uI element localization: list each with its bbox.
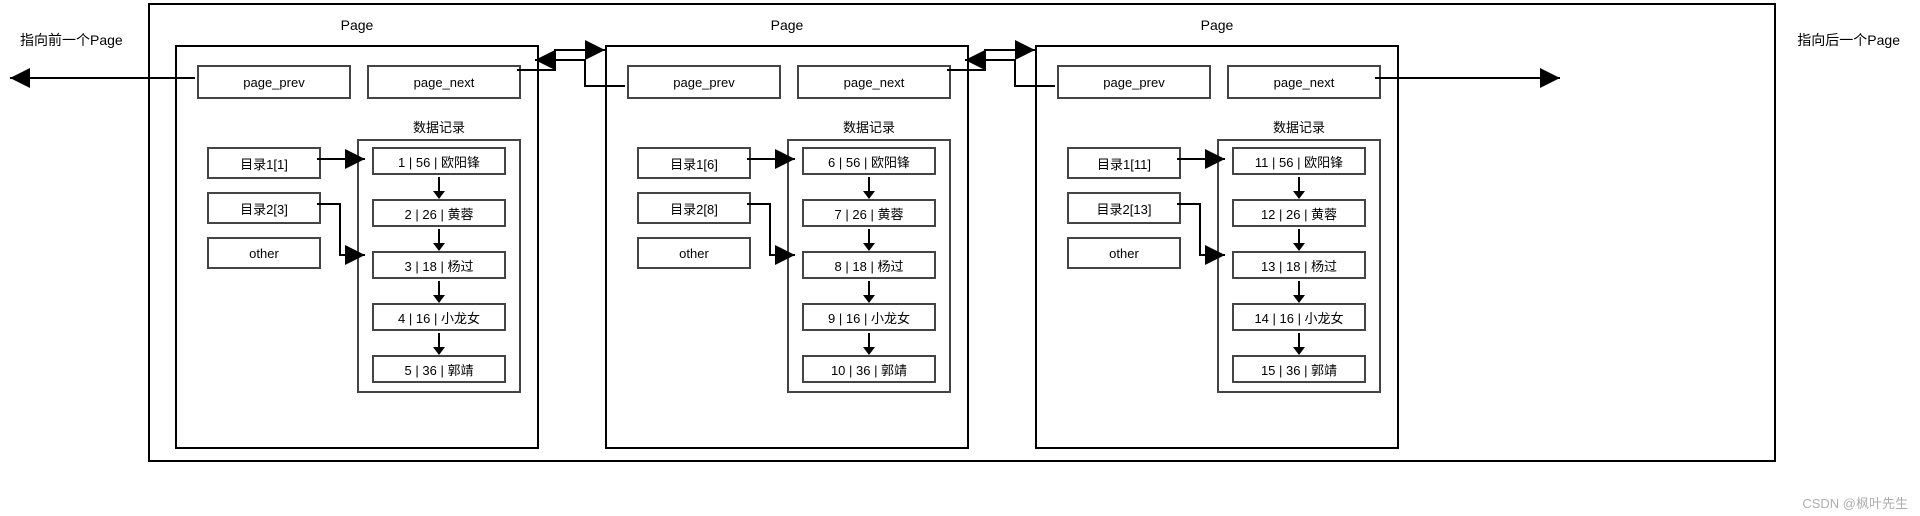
next-page-label: 指向后一个Page (1797, 30, 1900, 50)
record: 15 | 36 | 郭靖 (1232, 355, 1366, 383)
watermark: CSDN @枫叶先生 (1802, 493, 1908, 512)
data-records-title: 数据记录 (1273, 117, 1325, 136)
page-block: Page page_prev page_next 目录1[11] 目录2[13]… (1035, 45, 1399, 449)
directory-other: other (637, 237, 751, 269)
page-prev-box: page_prev (627, 65, 781, 99)
page-title: Page (1201, 17, 1234, 33)
directory-entry: 目录2[3] (207, 192, 321, 224)
directory-other: other (207, 237, 321, 269)
page-next-box: page_next (1227, 65, 1381, 99)
record: 3 | 18 | 杨过 (372, 251, 506, 279)
page-prev-box: page_prev (197, 65, 351, 99)
data-records-title: 数据记录 (413, 117, 465, 136)
directory-entry: 目录1[6] (637, 147, 751, 179)
directory-other: other (1067, 237, 1181, 269)
record: 8 | 18 | 杨过 (802, 251, 936, 279)
record: 5 | 36 | 郭靖 (372, 355, 506, 383)
data-records-group: 数据记录 11 | 56 | 欧阳锋 12 | 26 | 黄蓉 13 | 18 … (1217, 139, 1381, 393)
directory-entry: 目录2[13] (1067, 192, 1181, 224)
prev-page-label: 指向前一个Page (20, 30, 123, 50)
record: 10 | 36 | 郭靖 (802, 355, 936, 383)
page-block: Page page_prev page_next 目录1[1] 目录2[3] o… (175, 45, 539, 449)
directory-entry: 目录1[11] (1067, 147, 1181, 179)
record: 2 | 26 | 黄蓉 (372, 199, 506, 227)
record: 11 | 56 | 欧阳锋 (1232, 147, 1366, 175)
page-next-box: page_next (367, 65, 521, 99)
record: 9 | 16 | 小龙女 (802, 303, 936, 331)
page-block: Page page_prev page_next 目录1[6] 目录2[8] o… (605, 45, 969, 449)
record: 4 | 16 | 小龙女 (372, 303, 506, 331)
directory-entry: 目录1[1] (207, 147, 321, 179)
data-records-title: 数据记录 (843, 117, 895, 136)
page-prev-box: page_prev (1057, 65, 1211, 99)
record: 13 | 18 | 杨过 (1232, 251, 1366, 279)
record: 7 | 26 | 黄蓉 (802, 199, 936, 227)
page-title: Page (341, 17, 374, 33)
page-next-box: page_next (797, 65, 951, 99)
record: 1 | 56 | 欧阳锋 (372, 147, 506, 175)
record: 12 | 26 | 黄蓉 (1232, 199, 1366, 227)
record: 6 | 56 | 欧阳锋 (802, 147, 936, 175)
data-records-group: 数据记录 1 | 56 | 欧阳锋 2 | 26 | 黄蓉 3 | 18 | 杨… (357, 139, 521, 393)
data-records-group: 数据记录 6 | 56 | 欧阳锋 7 | 26 | 黄蓉 8 | 18 | 杨… (787, 139, 951, 393)
directory-entry: 目录2[8] (637, 192, 751, 224)
record: 14 | 16 | 小龙女 (1232, 303, 1366, 331)
page-title: Page (771, 17, 804, 33)
